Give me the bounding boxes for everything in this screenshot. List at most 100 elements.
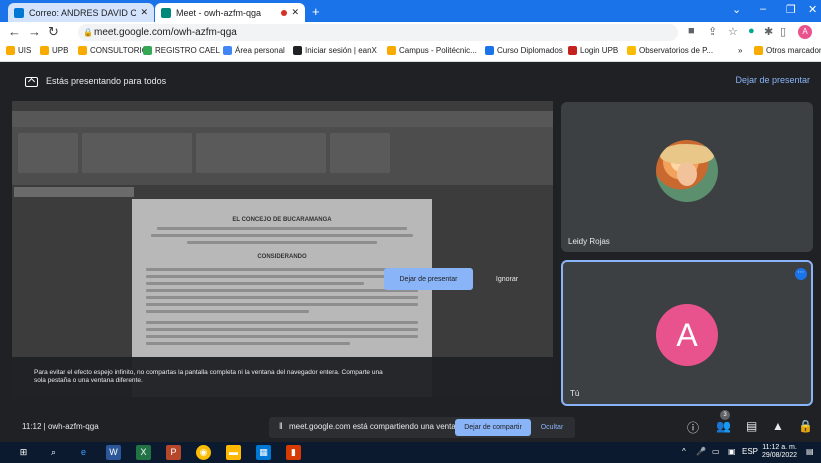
chat-icon[interactable]: ▤ (746, 419, 757, 433)
folder-icon (6, 46, 15, 55)
host-controls-icon[interactable]: 🔒 (798, 419, 813, 433)
minimize-icon[interactable]: – (760, 3, 766, 15)
stop-presenting-button[interactable]: Dejar de presentar (384, 268, 473, 290)
tab-outlook[interactable]: Correo: ANDRES DAVID CAICEDO ✕ (8, 3, 154, 22)
bookmark-item[interactable]: Área personal (223, 46, 285, 55)
extensions-puzzle-icon[interactable]: ✱ (764, 25, 773, 38)
recording-icon (281, 9, 288, 16)
close-icon[interactable]: ✕ (291, 7, 299, 18)
extension-icon[interactable]: ● (748, 25, 755, 37)
bookmark-item[interactable]: Observatorios de P... (627, 46, 713, 55)
bookmark-label: Campus - Politécnic... (399, 46, 477, 55)
reload-icon[interactable]: ↻ (48, 24, 59, 40)
new-tab-icon[interactable]: + (312, 4, 320, 19)
outlook-icon (14, 7, 24, 18)
excel-icon[interactable]: X (136, 445, 151, 460)
taskbar-clock[interactable]: 11:12 a. m. 29/08/2022 (762, 444, 797, 460)
office-icon[interactable]: ▮ (286, 445, 301, 460)
participant-tile-self[interactable]: ⋯ A Tú (561, 260, 813, 406)
hat-shape (660, 144, 714, 164)
meeting-info: 11:12 | owh-azfm-qga (22, 422, 99, 431)
tray-overflow-icon[interactable]: ^ (682, 447, 686, 456)
more-options-icon[interactable]: ⋯ (795, 268, 807, 280)
close-icon[interactable]: ✕ (140, 7, 148, 18)
ribbon-group (196, 133, 326, 173)
course-icon (485, 46, 494, 55)
share-page-icon[interactable]: ⇪ (708, 25, 717, 38)
tab-title: Meet - owh-azfm-qga (176, 7, 262, 18)
store-icon[interactable]: ▦ (256, 445, 271, 460)
screen: Correo: ANDRES DAVID CAICEDO ✕ Meet - ow… (0, 0, 821, 463)
clock-date: 29/08/2022 (762, 452, 798, 459)
document-paragraph (146, 268, 418, 313)
bookmark-item[interactable]: Curso Diplomados (485, 46, 563, 55)
text-line (146, 289, 418, 292)
bookmark-item[interactable]: UIS (6, 46, 31, 55)
tab-search-icon[interactable]: ⌄ (732, 3, 741, 16)
bookmark-item[interactable]: Login UPB (568, 46, 618, 55)
microphone-icon[interactable]: 🎤 (696, 447, 706, 456)
chrome-icon[interactable]: ◉ (196, 445, 211, 460)
stop-sharing-button[interactable]: Dejar de compartir (455, 419, 531, 436)
text-line (146, 303, 418, 306)
folder-icon (754, 46, 763, 55)
cael-icon (143, 46, 152, 55)
battery-icon[interactable]: ▭ (712, 447, 720, 456)
bookmarks-overflow-icon[interactable]: » (738, 46, 742, 55)
powerpoint-icon[interactable]: P (166, 445, 181, 460)
participant-avatar: A (656, 304, 718, 366)
camera-indicator-icon[interactable]: ■ (688, 25, 695, 37)
text-line (156, 227, 408, 230)
word-icon[interactable]: W (106, 445, 121, 460)
bookmark-label: UIS (18, 46, 32, 55)
ignore-button[interactable]: Ignorar (487, 268, 527, 290)
network-icon[interactable]: ▣ (728, 447, 736, 456)
bookmarks-bar: UIS UPB CONSULTORIO REGISTRO CAEL Área p… (0, 43, 821, 62)
forward-icon[interactable]: → (28, 24, 41, 39)
bookmark-star-icon[interactable]: ☆ (728, 25, 738, 38)
bookmark-item[interactable]: CONSULTORIO (78, 46, 148, 55)
tab-meet[interactable]: Meet - owh-azfm-qga ✕ (155, 3, 305, 22)
search-icon[interactable]: ⌕ (46, 445, 61, 460)
moodle-icon (223, 46, 232, 55)
mirror-warning-text: Para evitar el efecto espejo infinito, n… (34, 369, 383, 384)
bookmark-label: REGISTRO CAEL (155, 46, 220, 55)
ribbon-group (82, 133, 192, 173)
bookmark-label: UPB (52, 46, 69, 55)
info-icon[interactable]: ⓘ (687, 419, 699, 436)
url-text: meet.google.com/owh-azfm-qga (94, 27, 237, 38)
activities-icon[interactable]: ▲ (772, 419, 784, 433)
notifications-icon[interactable]: ▤ (806, 447, 814, 456)
restore-icon[interactable]: ❐ (786, 3, 796, 16)
present-screen-icon (25, 77, 38, 87)
bookmark-item[interactable]: Campus - Politécnic... (387, 46, 477, 55)
address-bar[interactable]: 🔒 meet.google.com/owh-azfm-qga (78, 24, 678, 41)
side-panel-icon[interactable]: ▯ (780, 25, 786, 38)
windows-start-icon[interactable]: ⊞ (16, 445, 31, 460)
text-line (146, 282, 364, 285)
profile-avatar[interactable]: A (798, 25, 812, 39)
file-explorer-icon[interactable]: ▬ (226, 445, 241, 460)
text-line (146, 328, 418, 331)
close-window-icon[interactable]: ✕ (808, 3, 817, 16)
edge-icon[interactable]: e (76, 445, 91, 460)
back-icon[interactable]: ← (8, 24, 21, 39)
hide-button[interactable]: Ocultar (535, 419, 569, 436)
bookmark-label: Área personal (235, 46, 285, 55)
pause-icon: ‖ (279, 421, 283, 431)
document-title: EL CONCEJO DE BUCARAMANGA (232, 217, 332, 223)
stop-presenting-link[interactable]: Dejar de presentar (735, 75, 810, 85)
folder-icon (78, 46, 87, 55)
people-icon[interactable]: 👥 (716, 419, 731, 433)
participant-tile-leidy[interactable]: Leidy Rojas (561, 102, 813, 252)
bookmark-item[interactable]: UPB (40, 46, 68, 55)
bookmark-item[interactable]: Iniciar sesión | eanX (293, 46, 377, 55)
participant-photo (656, 140, 718, 202)
tab-title: Correo: ANDRES DAVID CAICEDO (29, 7, 137, 18)
bookmark-label: Otros marcadores (766, 46, 821, 55)
windows-taskbar: ⊞ ⌕ e W X P ◉ ▬ ▦ ▮ ^ 🎤 ▭ ▣ ESP 11:12 a.… (0, 442, 821, 463)
sharing-notice-text: meet.google.com está compartiendo una ve… (289, 422, 467, 431)
bookmark-item[interactable]: Otros marcadores (754, 46, 821, 55)
language-indicator[interactable]: ESP (742, 447, 758, 456)
bookmark-item[interactable]: REGISTRO CAEL (143, 46, 220, 55)
